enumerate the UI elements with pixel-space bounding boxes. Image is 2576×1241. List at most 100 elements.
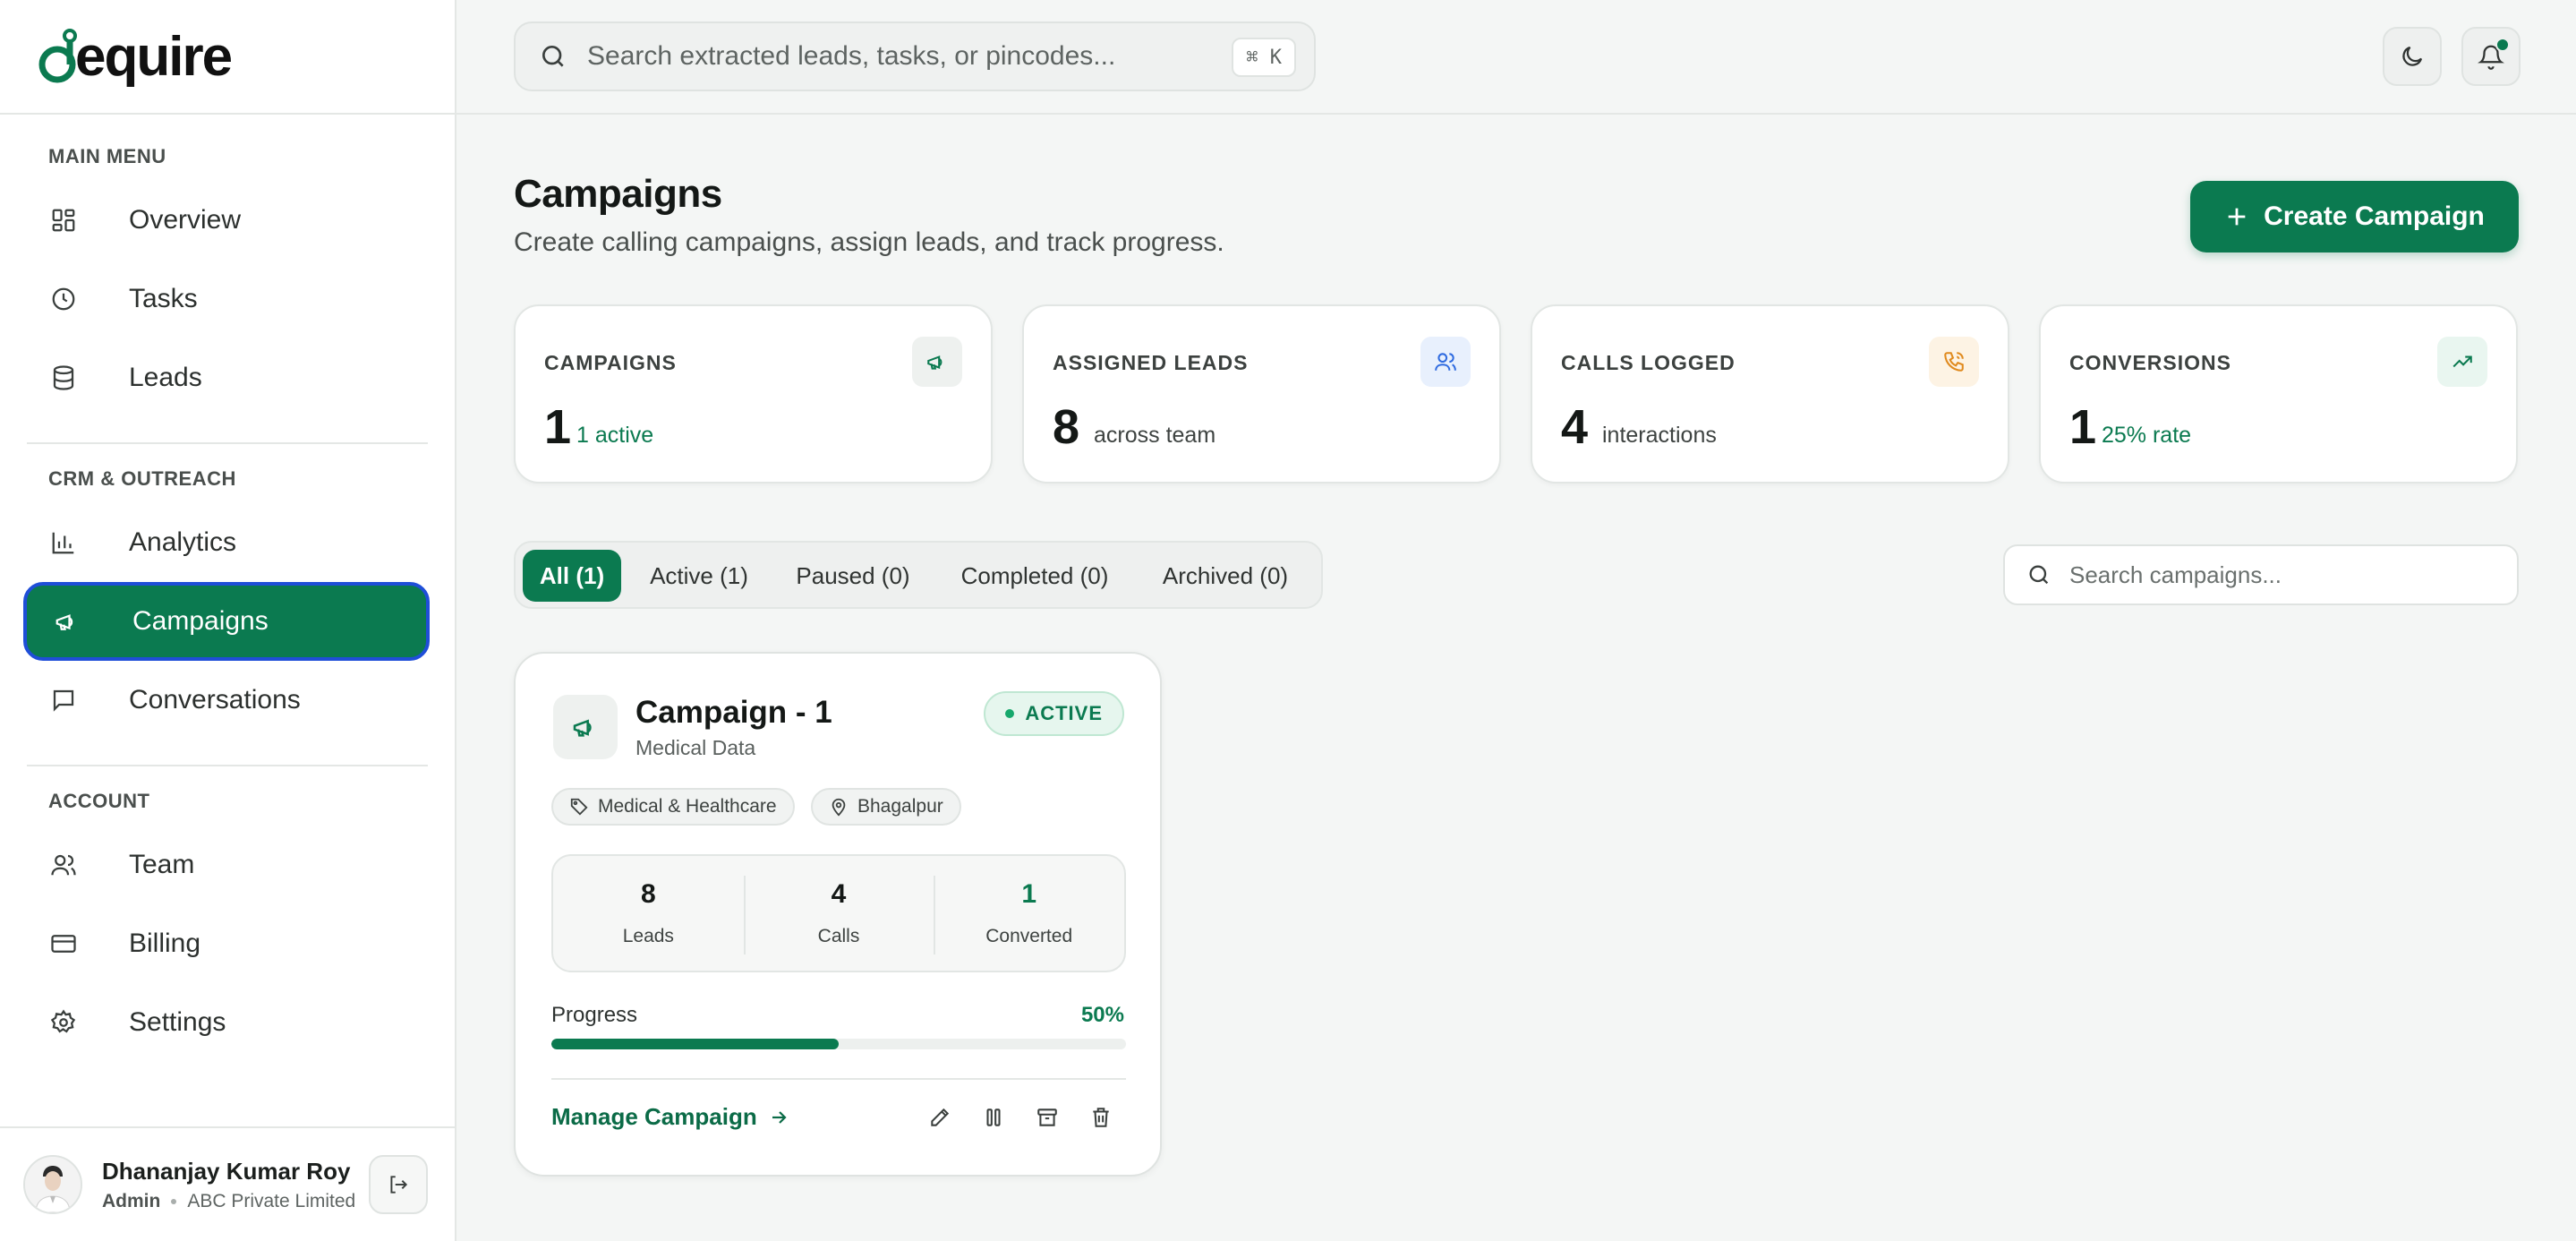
progress-fill bbox=[551, 1039, 839, 1049]
tab-completed[interactable]: Completed (0) bbox=[940, 550, 1130, 602]
tag-chip-location: Bhagalpur bbox=[811, 788, 961, 826]
campaign-card[interactable]: Campaign - 1 Medical Data ACTIVE Medical… bbox=[514, 652, 1162, 1177]
shortcut-hint: ⌘ K bbox=[1232, 38, 1296, 77]
search-icon bbox=[2029, 565, 2049, 585]
pause-icon bbox=[986, 1108, 1001, 1126]
sidebar-item-label: Tasks bbox=[129, 284, 198, 313]
metric-value: 8 bbox=[640, 879, 656, 909]
credit-card-icon bbox=[50, 930, 129, 957]
users-icon bbox=[1420, 337, 1471, 387]
moon-icon bbox=[2402, 46, 2423, 66]
page-title: Campaigns bbox=[514, 172, 722, 216]
bar-chart-icon bbox=[50, 529, 129, 556]
status-dot bbox=[1005, 709, 1015, 718]
stat-label: CALLS LOGGED bbox=[1561, 351, 1736, 374]
stat-card-campaigns: CAMPAIGNS 1 1 active bbox=[514, 304, 993, 484]
sidebar-item-label: Campaigns bbox=[132, 606, 269, 636]
megaphone-icon bbox=[54, 608, 132, 635]
search-placeholder: Search extracted leads, tasks, or pincod… bbox=[587, 41, 1116, 71]
logout-icon bbox=[390, 1176, 408, 1194]
user-meta: Admin ABC Private Limited bbox=[102, 1191, 355, 1212]
database-icon bbox=[50, 364, 129, 391]
sidebar-divider bbox=[27, 765, 428, 766]
progress-percent: 50% bbox=[1080, 1003, 1124, 1027]
grid-icon bbox=[50, 207, 129, 234]
user-role: Admin bbox=[102, 1190, 161, 1211]
tag-icon bbox=[570, 798, 588, 816]
logout-button[interactable] bbox=[369, 1155, 428, 1214]
sidebar-item-settings[interactable]: Settings bbox=[23, 983, 430, 1062]
create-campaign-button[interactable]: Create Campaign bbox=[2190, 181, 2519, 252]
stat-card-assigned-leads: ASSIGNED LEADS 8 across team bbox=[1022, 304, 1501, 484]
tag-label: Medical & Healthcare bbox=[598, 796, 777, 817]
logo-text: equire bbox=[38, 25, 233, 89]
sidebar: equire MAIN MENU Overview Tasks Leads CR… bbox=[0, 0, 456, 1241]
sidebar-item-team[interactable]: Team bbox=[23, 826, 430, 904]
user-profile[interactable]: Dhananjay Kumar Roy Admin ABC Private Li… bbox=[0, 1126, 455, 1241]
search-placeholder: Search campaigns... bbox=[2069, 561, 2282, 588]
sidebar-item-billing[interactable]: Billing bbox=[23, 904, 430, 983]
manage-campaign-link[interactable]: Manage Campaign bbox=[551, 1103, 789, 1131]
metric-calls: 4 Calls bbox=[743, 856, 934, 971]
user-company: ABC Private Limited bbox=[187, 1190, 356, 1211]
user-name: Dhananjay Kumar Roy bbox=[102, 1157, 351, 1185]
archive-button[interactable] bbox=[1029, 1100, 1065, 1135]
stat-card-conversions: CONVERSIONS 1 25% rate bbox=[2039, 304, 2518, 484]
archive-icon bbox=[1037, 1108, 1057, 1126]
user-info: Dhananjay Kumar Roy Admin ABC Private Li… bbox=[102, 1158, 355, 1212]
sidebar-item-conversations[interactable]: Conversations bbox=[23, 661, 430, 740]
tab-archived[interactable]: Archived (0) bbox=[1140, 550, 1310, 602]
metric-label: Calls bbox=[817, 926, 860, 946]
status-badge: ACTIVE bbox=[984, 691, 1124, 736]
message-icon bbox=[50, 687, 129, 714]
user-avatar-icon bbox=[25, 1157, 81, 1212]
metric-leads: 8 Leads bbox=[553, 856, 744, 971]
sidebar-divider bbox=[27, 442, 428, 444]
card-divider bbox=[551, 1078, 1126, 1080]
stat-note: interactions bbox=[1602, 423, 1717, 448]
stat-note: across team bbox=[1094, 423, 1216, 448]
stat-label: ASSIGNED LEADS bbox=[1053, 351, 1249, 374]
separator-dot bbox=[171, 1198, 177, 1204]
campaign-metrics: 8 Leads 4 Calls 1 Converted bbox=[551, 854, 1126, 972]
trash-icon bbox=[1093, 1108, 1109, 1127]
logo-wordmark: equire bbox=[75, 25, 233, 88]
avatar bbox=[23, 1155, 82, 1214]
stat-value: 1 bbox=[2069, 400, 2097, 454]
notifications-button[interactable] bbox=[2461, 27, 2521, 86]
stat-value: 8 bbox=[1053, 400, 1080, 454]
sidebar-item-campaigns[interactable]: Campaigns bbox=[23, 582, 430, 661]
global-search-input[interactable]: Search extracted leads, tasks, or pincod… bbox=[514, 21, 1316, 91]
tab-paused[interactable]: Paused (0) bbox=[777, 550, 929, 602]
sidebar-item-label: Team bbox=[129, 850, 195, 879]
edit-button[interactable] bbox=[922, 1100, 958, 1135]
gear-icon bbox=[50, 1009, 129, 1036]
stat-label: CAMPAIGNS bbox=[544, 351, 677, 374]
campaign-search-input[interactable]: Search campaigns... bbox=[2003, 544, 2519, 605]
section-label-main: MAIN MENU bbox=[48, 145, 166, 167]
pause-button[interactable] bbox=[976, 1100, 1011, 1135]
phone-icon bbox=[1929, 337, 1979, 387]
topbar: Search extracted leads, tasks, or pincod… bbox=[456, 0, 2576, 115]
sidebar-item-tasks[interactable]: Tasks bbox=[23, 260, 430, 338]
stat-note: 25% rate bbox=[2102, 423, 2192, 448]
megaphone-icon bbox=[553, 695, 618, 759]
plus-icon bbox=[2228, 208, 2246, 226]
sidebar-item-leads[interactable]: Leads bbox=[23, 338, 430, 417]
delete-button[interactable] bbox=[1083, 1100, 1119, 1135]
trending-up-icon bbox=[2437, 337, 2487, 387]
theme-toggle-button[interactable] bbox=[2383, 27, 2442, 86]
stat-label: CONVERSIONS bbox=[2069, 351, 2231, 374]
stat-value: 4 bbox=[1561, 400, 1589, 454]
arrow-right-icon bbox=[772, 1110, 787, 1124]
megaphone-icon bbox=[912, 337, 962, 387]
tag-label: Bhagalpur bbox=[857, 796, 943, 817]
sidebar-item-overview[interactable]: Overview bbox=[23, 181, 430, 260]
tab-all[interactable]: All (1) bbox=[523, 550, 621, 602]
logo[interactable]: equire bbox=[0, 0, 455, 115]
metric-converted: 1 Converted bbox=[934, 856, 1124, 971]
sidebar-item-analytics[interactable]: Analytics bbox=[23, 503, 430, 582]
tab-active[interactable]: Active (1) bbox=[632, 550, 766, 602]
users-icon bbox=[50, 852, 129, 878]
progress-bar bbox=[551, 1039, 1126, 1049]
